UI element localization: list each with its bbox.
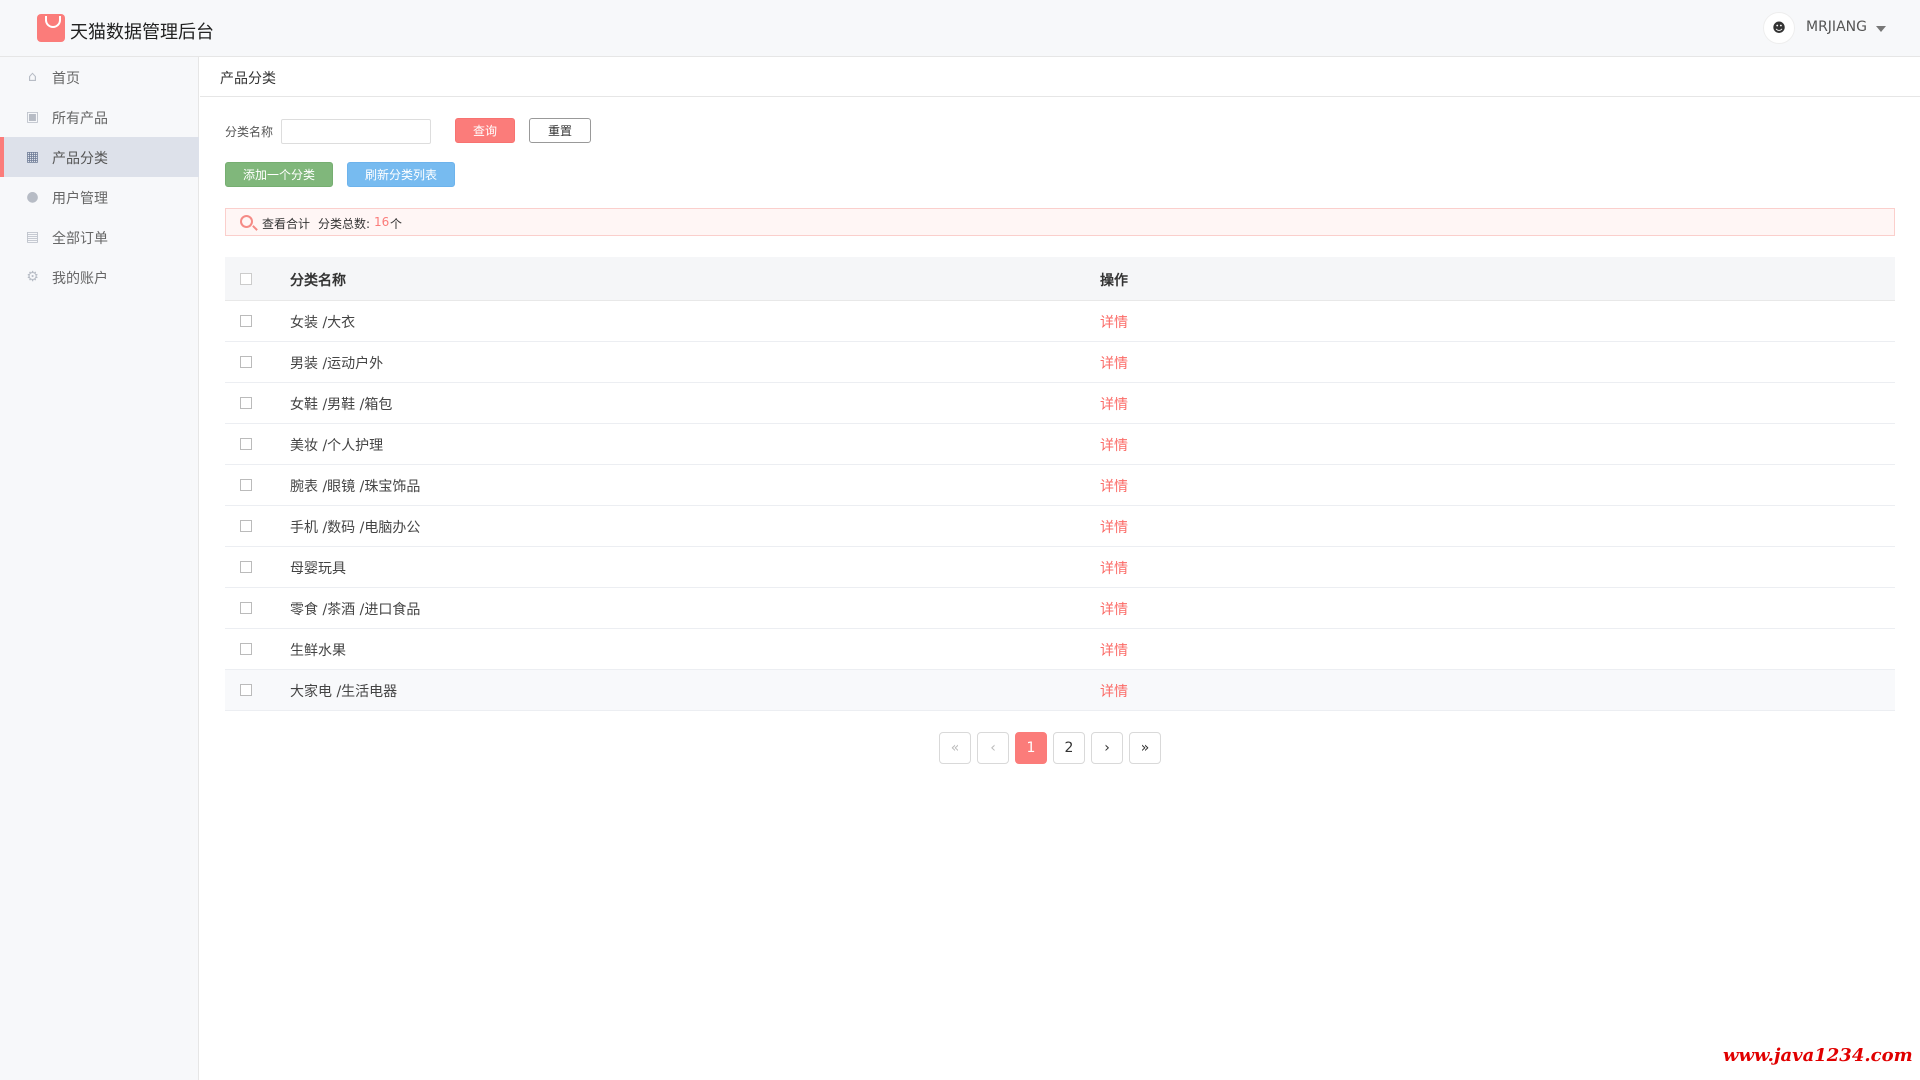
order-icon: ▤ [25, 229, 40, 245]
table-row: 零食 /茶酒 /进口食品 详情 [225, 588, 1895, 629]
category-name: 母婴玩具 [290, 561, 346, 577]
sidebar-item-users[interactable]: ● 用户管理 [0, 177, 199, 217]
top-header: 天猫数据管理后台 ☻ MRJIANG [0, 0, 1920, 57]
summary-count-label: 分类总数: [318, 217, 371, 231]
sidebar-item-label: 全部订单 [52, 231, 108, 247]
row-checkbox[interactable] [240, 356, 252, 368]
summary-bar: 查看合计 分类总数: 16 个 [225, 208, 1895, 236]
row-checkbox[interactable] [240, 397, 252, 409]
sidebar-item-orders[interactable]: ▤ 全部订单 [0, 217, 199, 257]
filter-label: 分类名称 [225, 125, 274, 139]
detail-link[interactable]: 详情 [1100, 476, 1128, 496]
category-name: 生鲜水果 [290, 643, 346, 659]
query-button[interactable]: 查询 [455, 118, 515, 143]
table-header: 分类名称 操作 [225, 257, 1895, 301]
first-page-button[interactable]: « [939, 732, 971, 764]
category-name: 美妆 /个人护理 [290, 438, 384, 454]
home-icon: ⌂ [28, 69, 37, 85]
next-page-button[interactable]: › [1091, 732, 1123, 764]
sidebar-item-category[interactable]: ▦ 产品分类 [0, 137, 199, 177]
prev-page-button[interactable]: ‹ [977, 732, 1009, 764]
table-row: 大家电 /生活电器 详情 [225, 670, 1895, 711]
row-checkbox[interactable] [240, 643, 252, 655]
column-header-name: 分类名称 [290, 273, 346, 289]
row-checkbox[interactable] [240, 561, 252, 573]
pagination: « ‹ 1 2 › » [939, 732, 1167, 764]
summary-count: 16 [374, 215, 390, 229]
category-name-input[interactable] [281, 119, 431, 144]
summary-unit: 个 [390, 217, 403, 231]
row-checkbox[interactable] [240, 520, 252, 532]
category-icon: ▦ [25, 149, 40, 165]
detail-link[interactable]: 详情 [1100, 517, 1128, 537]
sidebar-item-account[interactable]: ⚙ 我的账户 [0, 257, 199, 297]
app-title: 天猫数据管理后台 [70, 22, 214, 43]
category-table: 分类名称 操作 女装 /大衣 详情 男装 /运动户外 详情 女鞋 /男鞋 /箱包… [225, 257, 1895, 711]
page-1-button[interactable]: 1 [1015, 732, 1047, 764]
row-checkbox[interactable] [240, 479, 252, 491]
reset-button[interactable]: 重置 [529, 118, 591, 143]
detail-link[interactable]: 详情 [1100, 599, 1128, 619]
shopping-bag-icon [37, 14, 65, 42]
chevron-down-icon[interactable] [1876, 26, 1886, 32]
user-icon: ● [26, 189, 39, 205]
detail-link[interactable]: 详情 [1100, 640, 1128, 660]
sidebar-item-label: 产品分类 [52, 151, 108, 167]
sidebar-item-label: 我的账户 [52, 271, 108, 287]
sidebar-item-label: 所有产品 [52, 111, 108, 127]
watermark: www.java1234.com [1723, 1045, 1913, 1066]
sidebar-item-home[interactable]: ⌂ 首页 [0, 57, 199, 97]
row-checkbox[interactable] [240, 438, 252, 450]
gear-icon: ⚙ [26, 269, 39, 285]
row-checkbox[interactable] [240, 602, 252, 614]
row-checkbox[interactable] [240, 684, 252, 696]
detail-link[interactable]: 详情 [1100, 681, 1128, 701]
refresh-list-button[interactable]: 刷新分类列表 [347, 162, 455, 187]
detail-link[interactable]: 详情 [1100, 353, 1128, 373]
select-all-checkbox[interactable] [240, 273, 252, 285]
breadcrumb: 产品分类 [200, 57, 1920, 97]
sidebar: ⌂ 首页 ▣ 所有产品 ▦ 产品分类 ● 用户管理 ▤ 全部订单 ⚙ 我的账户 [0, 57, 199, 1080]
search-icon [240, 215, 253, 228]
detail-link[interactable]: 详情 [1100, 394, 1128, 414]
table-row: 腕表 /眼镜 /珠宝饰品 详情 [225, 465, 1895, 506]
detail-link[interactable]: 详情 [1100, 558, 1128, 578]
category-name: 零食 /茶酒 /进口食品 [290, 602, 421, 618]
category-name: 腕表 /眼镜 /珠宝饰品 [290, 479, 421, 495]
table-row: 美妆 /个人护理 详情 [225, 424, 1895, 465]
row-checkbox[interactable] [240, 315, 252, 327]
category-name: 女装 /大衣 [290, 315, 356, 331]
sidebar-item-products[interactable]: ▣ 所有产品 [0, 97, 199, 137]
column-header-operation: 操作 [1100, 273, 1128, 289]
table-row: 母婴玩具 详情 [225, 547, 1895, 588]
table-row: 女鞋 /男鞋 /箱包 详情 [225, 383, 1895, 424]
table-row: 女装 /大衣 详情 [225, 301, 1895, 342]
user-menu-name[interactable]: MRJIANG [1806, 19, 1867, 35]
page-title: 产品分类 [220, 71, 276, 87]
table-row: 手机 /数码 /电脑办公 详情 [225, 506, 1895, 547]
table-row: 男装 /运动户外 详情 [225, 342, 1895, 383]
detail-link[interactable]: 详情 [1100, 435, 1128, 455]
sidebar-item-label: 首页 [52, 71, 80, 87]
category-name: 男装 /运动户外 [290, 356, 384, 372]
detail-link[interactable]: 详情 [1100, 312, 1128, 332]
category-name: 大家电 /生活电器 [290, 684, 398, 700]
add-category-button[interactable]: 添加一个分类 [225, 162, 333, 187]
category-name: 手机 /数码 /电脑办公 [290, 520, 421, 536]
category-name: 女鞋 /男鞋 /箱包 [290, 397, 393, 413]
sidebar-item-label: 用户管理 [52, 191, 108, 207]
last-page-button[interactable]: » [1129, 732, 1161, 764]
product-icon: ▣ [25, 109, 40, 125]
table-row: 生鲜水果 详情 [225, 629, 1895, 670]
summary-title: 查看合计 [262, 217, 311, 231]
avatar[interactable]: ☻ [1763, 12, 1795, 44]
page-2-button[interactable]: 2 [1053, 732, 1085, 764]
